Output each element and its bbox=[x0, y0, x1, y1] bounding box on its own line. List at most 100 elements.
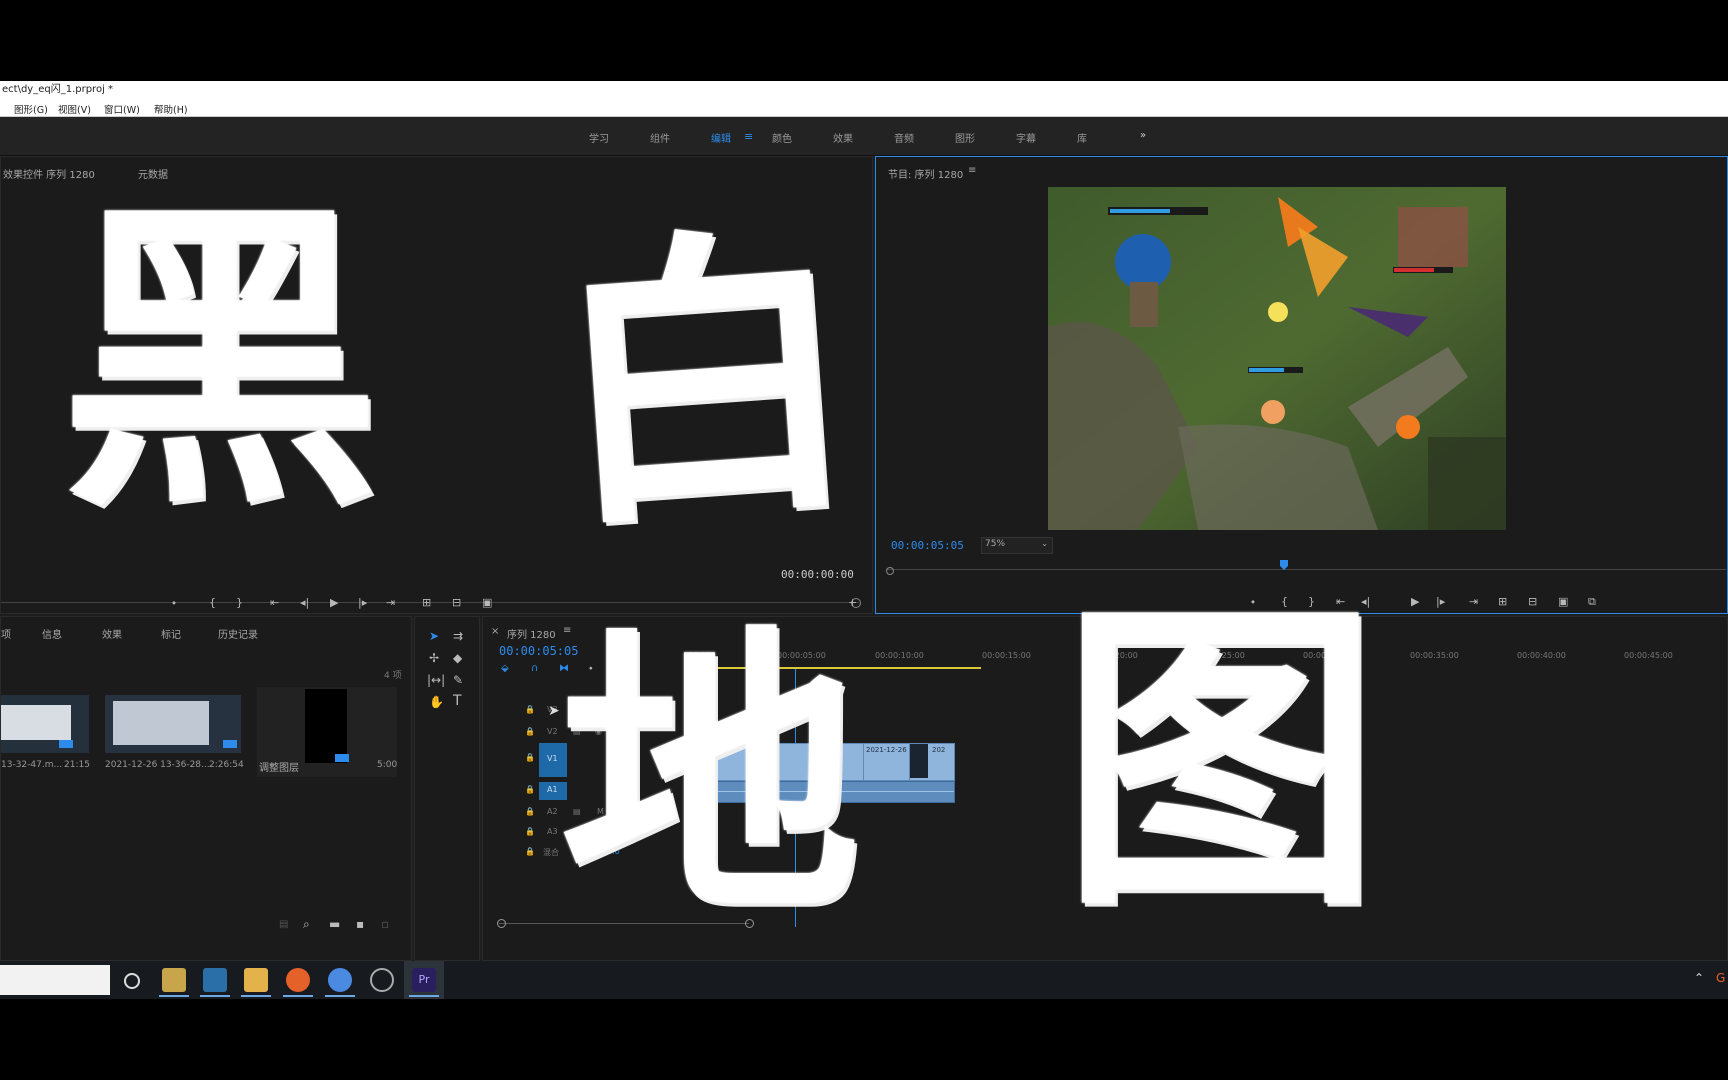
play-icon[interactable]: ▶ bbox=[330, 596, 338, 609]
ripple-edit-tool-icon[interactable]: ✢ bbox=[429, 651, 439, 665]
clip-name-2[interactable]: 2021-12-26 13-36-28... bbox=[105, 760, 210, 770]
track-select-tool-icon[interactable]: ⇉ bbox=[453, 629, 463, 643]
video-clip-3[interactable]: 202 bbox=[909, 743, 955, 781]
type-tool-icon[interactable]: T bbox=[453, 693, 462, 709]
extract-icon[interactable]: ⊟ bbox=[1528, 595, 1537, 608]
program-menu-icon[interactable]: ≡ bbox=[968, 165, 976, 176]
workspace-effects[interactable]: 效果 bbox=[833, 130, 853, 145]
razor-tool-icon[interactable]: ◆ bbox=[453, 651, 462, 665]
pen-tool-icon[interactable]: ✎ bbox=[453, 673, 463, 687]
premiere-taskbar-button[interactable]: Pr bbox=[404, 961, 444, 999]
workspace-graphics[interactable]: 图形 bbox=[955, 130, 975, 145]
premiere-window: ect\dy_eq闪_1.prproj * 图形(G) 视图(V) 窗口(W) … bbox=[0, 81, 1728, 999]
window-title-bar: ect\dy_eq闪_1.prproj * bbox=[0, 81, 1728, 99]
ruler-label: 00:00:35:00 bbox=[1410, 651, 1459, 660]
effects-tab[interactable]: 效果 bbox=[102, 626, 122, 641]
adjustment-layer-name[interactable]: 调整图层 bbox=[259, 759, 299, 774]
workspace-learn[interactable]: 学习 bbox=[589, 130, 609, 145]
go-to-out-icon[interactable]: ⇥ bbox=[386, 596, 395, 609]
search-icon[interactable]: ⌕ bbox=[303, 917, 310, 932]
slip-tool-icon[interactable]: |↔| bbox=[427, 673, 445, 687]
step-forward-icon[interactable]: |▸ bbox=[358, 596, 367, 609]
new-bin-icon[interactable]: ▬ bbox=[329, 917, 340, 931]
insert-icon[interactable]: ⊞ bbox=[422, 596, 431, 609]
program-step-forward-icon[interactable]: |▸ bbox=[1436, 595, 1445, 608]
tray-g-icon[interactable]: G bbox=[1716, 971, 1725, 985]
new-item-icon[interactable]: ▪ bbox=[356, 917, 364, 931]
league-icon[interactable] bbox=[162, 968, 186, 992]
program-monitor-title[interactable]: 节目: 序列 1280 bbox=[888, 166, 963, 181]
mark-out-icon[interactable]: } bbox=[236, 596, 243, 609]
markers-tab[interactable]: 标记 bbox=[161, 626, 181, 641]
go-to-in-icon[interactable]: ⇤ bbox=[270, 596, 279, 609]
program-scrub-start[interactable] bbox=[886, 567, 894, 575]
workspace-editing[interactable]: 编辑 bbox=[711, 130, 731, 145]
nest-icon[interactable]: ⬙ bbox=[501, 663, 509, 674]
snap-icon[interactable]: ∩ bbox=[531, 663, 538, 674]
workspace-menu-icon[interactable]: ≡ bbox=[744, 130, 753, 143]
selection-tool-icon[interactable]: ➤ bbox=[429, 629, 439, 643]
program-play-icon[interactable]: ▶ bbox=[1411, 595, 1419, 608]
item-count: 4 项 bbox=[384, 671, 402, 681]
workspace-libraries[interactable]: 库 bbox=[1077, 130, 1087, 145]
workspace-captions[interactable]: 字幕 bbox=[1016, 130, 1036, 145]
source-timecode[interactable]: 00:00:00:00 bbox=[781, 568, 854, 581]
obs-icon[interactable] bbox=[370, 968, 394, 992]
clip-thumbnail-2[interactable] bbox=[105, 695, 241, 753]
lock-icon[interactable]: 🔒 bbox=[525, 727, 535, 736]
lift-icon[interactable]: ⊞ bbox=[1498, 595, 1507, 608]
history-tab[interactable]: 历史记录 bbox=[218, 626, 258, 641]
taskbar-indicator bbox=[325, 995, 355, 997]
search-input[interactable] bbox=[0, 965, 110, 995]
workspace-overflow-icon[interactable]: » bbox=[1140, 130, 1146, 141]
project-tab[interactable]: 项 bbox=[1, 626, 11, 641]
cortana-icon[interactable] bbox=[124, 973, 140, 989]
list-view-icon[interactable]: ▤ bbox=[279, 919, 288, 930]
program-scrub-bar[interactable] bbox=[886, 569, 1726, 570]
info-tab[interactable]: 信息 bbox=[42, 626, 62, 641]
steam-icon[interactable] bbox=[203, 968, 227, 992]
menu-graphics[interactable]: 图形(G) bbox=[14, 102, 48, 116]
step-back-icon[interactable]: ◂| bbox=[300, 596, 309, 609]
lock-icon[interactable]: 🔒 bbox=[525, 753, 535, 762]
menu-bar: 图形(G) 视图(V) 窗口(W) 帮助(H) bbox=[0, 99, 1728, 117]
hand-tool-icon[interactable]: ✋ bbox=[429, 695, 444, 709]
menu-help[interactable]: 帮助(H) bbox=[154, 102, 188, 116]
clear-icon[interactable]: ▫ bbox=[381, 917, 389, 931]
comparison-view-icon[interactable]: ⧉ bbox=[1588, 595, 1596, 609]
lock-icon[interactable]: 🔒 bbox=[525, 827, 535, 836]
workspace-color[interactable]: 颜色 bbox=[772, 130, 792, 145]
zoom-select[interactable]: 75% ⌄ bbox=[981, 537, 1053, 554]
lock-icon[interactable]: 🔒 bbox=[525, 785, 535, 794]
lock-icon[interactable]: 🔒 bbox=[525, 807, 535, 816]
workspace-assembly[interactable]: 组件 bbox=[650, 130, 670, 145]
marker-icon[interactable]: ⬩ bbox=[172, 596, 176, 610]
overwrite-icon[interactable]: ⊟ bbox=[452, 596, 461, 609]
timeline-tab[interactable]: 序列 1280 bbox=[507, 626, 556, 641]
workspace-audio[interactable]: 音频 bbox=[894, 130, 914, 145]
window-title: ect\dy_eq闪_1.prproj * bbox=[2, 84, 114, 95]
clip-name-1[interactable]: 13-32-47.m... bbox=[1, 760, 62, 770]
lock-icon[interactable]: 🔒 bbox=[525, 847, 535, 856]
menu-window[interactable]: 窗口(W) bbox=[104, 102, 140, 116]
scroll-handle-left[interactable] bbox=[497, 919, 506, 928]
mark-in-icon[interactable]: { bbox=[209, 596, 216, 609]
track-name-a3: A3 bbox=[547, 827, 558, 836]
browser-icon[interactable] bbox=[328, 968, 352, 992]
program-timecode[interactable]: 00:00:05:05 bbox=[891, 539, 964, 552]
lock-icon[interactable]: 🔒 bbox=[525, 705, 535, 714]
app-g-icon[interactable] bbox=[286, 968, 310, 992]
chevron-up-icon[interactable]: ⌃ bbox=[1694, 971, 1704, 985]
chevron-down-icon: ⌄ bbox=[1041, 539, 1048, 548]
program-go-to-out-icon[interactable]: ⇥ bbox=[1469, 595, 1478, 608]
menu-view[interactable]: 视图(V) bbox=[58, 102, 91, 116]
video-clip-2[interactable]: 2021-12-26 bbox=[863, 743, 911, 781]
clip-duration-1: 21:15 bbox=[64, 760, 90, 770]
clip-thumbnail-1[interactable] bbox=[1, 695, 89, 753]
program-export-frame-icon[interactable]: ▣ bbox=[1558, 595, 1568, 608]
export-frame-icon[interactable]: ▣ bbox=[482, 596, 492, 609]
folder-icon[interactable] bbox=[244, 968, 268, 992]
taskbar-indicator bbox=[409, 995, 439, 997]
taskbar-indicator bbox=[241, 995, 271, 997]
close-icon[interactable]: × bbox=[491, 626, 499, 637]
